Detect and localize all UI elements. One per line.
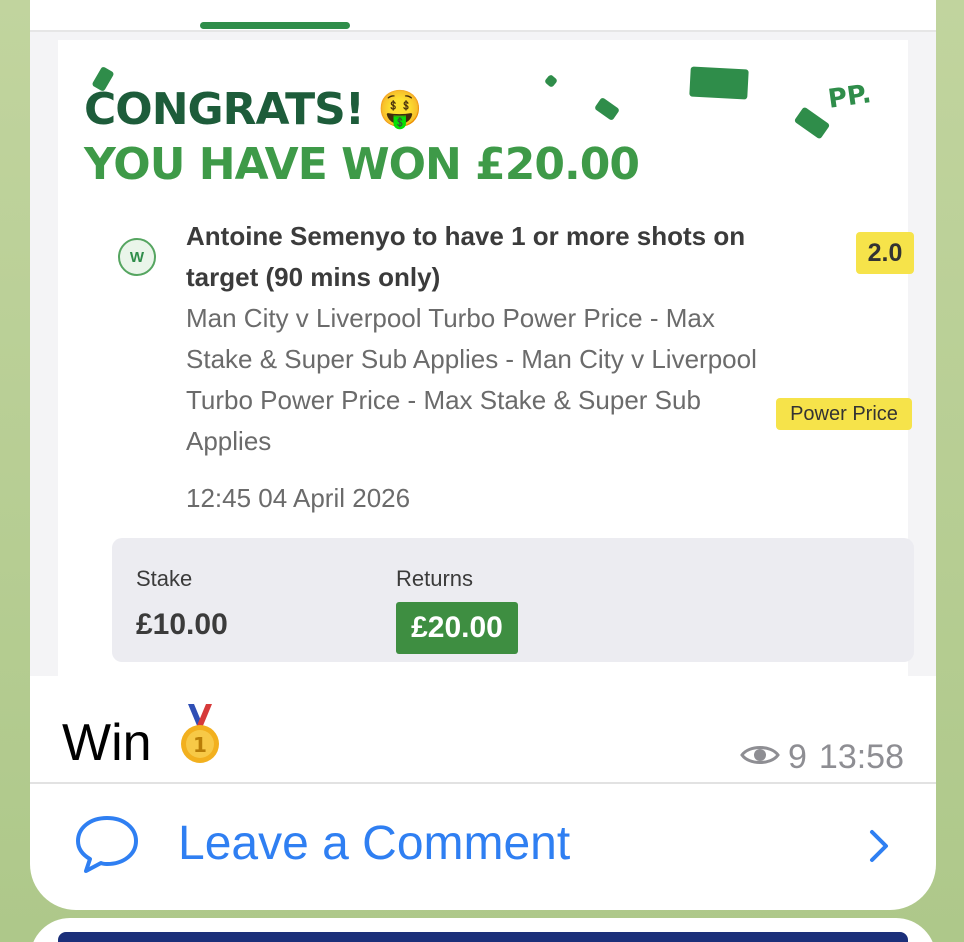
caption-text: Win: [62, 714, 152, 772]
channel-post: PP. CONGRATS! 🤑 YOU HAVE WON £20.00 W An…: [30, 0, 936, 910]
leave-comment-button[interactable]: Leave a Comment: [30, 784, 936, 910]
post-top-bar: [30, 0, 936, 32]
congrats-heading: CONGRATS! 🤑: [84, 84, 423, 135]
bet-market-description: Man City v Liverpool Turbo Power Price -…: [186, 303, 757, 456]
money-confetti-icon: [793, 106, 831, 140]
leave-comment-label: Leave a Comment: [178, 817, 571, 870]
post-time: 13:58: [818, 738, 904, 776]
stake-label: Stake: [136, 566, 193, 591]
stake-value: £10.00: [136, 608, 228, 641]
bet-slip-screenshot[interactable]: PP. CONGRATS! 🤑 YOU HAVE WON £20.00 W An…: [30, 32, 936, 676]
win-status-badge: W: [118, 238, 156, 276]
tab-indicator: [200, 22, 350, 29]
bet-slip-card: PP. CONGRATS! 🤑 YOU HAVE WON £20.00 W An…: [58, 40, 914, 676]
bet-selection: Antoine Semenyo to have 1 or more shots …: [186, 221, 746, 292]
power-price-badge: Power Price: [776, 398, 912, 430]
money-confetti-icon: [689, 66, 749, 100]
returns-value: £20.00: [396, 602, 518, 654]
eye-icon: [740, 738, 780, 777]
bet-summary-box: Stake £10.00 Returns £20.00: [112, 538, 914, 662]
win-amount-heading: YOU HAVE WON £20.00: [84, 139, 640, 190]
next-post-preview[interactable]: [30, 918, 936, 942]
post-meta: 9 13:58: [740, 738, 904, 777]
post-caption: Win 1: [62, 702, 222, 784]
gold-medal-icon: 1: [178, 702, 222, 784]
money-confetti-icon: [593, 96, 621, 122]
money-confetti-icon: [543, 73, 559, 89]
next-post-image: [58, 932, 908, 942]
svg-text:1: 1: [193, 733, 207, 757]
chevron-right-icon: [868, 828, 890, 869]
comment-bubble-icon: [74, 814, 140, 881]
view-count: 9: [787, 738, 807, 776]
congrats-text: CONGRATS!: [84, 84, 365, 135]
bet-datetime: 12:45 04 April 2026: [186, 483, 411, 513]
odds-badge: 2.0: [856, 232, 914, 274]
returns-label: Returns: [396, 566, 474, 591]
pp-logo-decoration: PP.: [826, 79, 874, 115]
money-mouth-emoji-icon: 🤑: [377, 89, 423, 130]
